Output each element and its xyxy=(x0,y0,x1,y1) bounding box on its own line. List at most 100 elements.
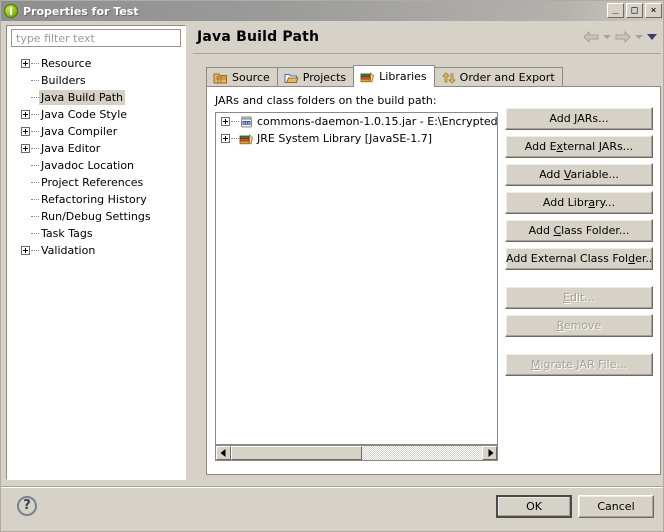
sidebar-item-task-tags[interactable]: Task Tags xyxy=(7,225,185,242)
tree-connector xyxy=(31,113,39,116)
expand-icon[interactable] xyxy=(221,134,230,143)
tree-connector xyxy=(31,130,39,133)
sidebar-item-builders[interactable]: Builders xyxy=(7,72,185,89)
list-item[interactable]: JRE System Library [JavaSE-1.7] xyxy=(216,130,497,147)
sidebar-item-project-references[interactable]: Project References xyxy=(7,174,185,191)
add-class-folder-button[interactable]: Add Class Folder... xyxy=(505,219,653,242)
tree-connector xyxy=(31,232,39,235)
forward-dropdown-icon[interactable] xyxy=(635,35,643,39)
maximize-icon: □ xyxy=(631,5,638,16)
sidebar-item-run-debug-settings[interactable]: Run/Debug Settings xyxy=(7,208,185,225)
library-action-buttons: Add JARs... Add External JARs... Add Var… xyxy=(505,107,653,381)
tree-connector xyxy=(231,137,239,140)
close-icon: × xyxy=(650,5,657,16)
expand-icon[interactable] xyxy=(221,117,230,126)
add-library-button[interactable]: Add Library... xyxy=(505,191,653,214)
list-item-label: commons-daemon-1.0.15.jar - E:\Encrypted… xyxy=(257,115,497,128)
ok-button[interactable]: OK xyxy=(496,495,572,518)
sidebar-item-java-build-path[interactable]: Java Build Path xyxy=(7,89,185,106)
close-button[interactable]: × xyxy=(645,3,662,18)
add-variable-button[interactable]: Add Variable... xyxy=(505,163,653,186)
tab-label: Source xyxy=(232,71,270,84)
migrate-jar-file-button[interactable]: Migrate JAR File... xyxy=(505,353,653,376)
scroll-left-button[interactable] xyxy=(216,446,231,460)
tab-libraries[interactable]: Libraries xyxy=(353,65,435,87)
add-external-class-folder-button[interactable]: Add External Class Folder... xyxy=(505,247,653,270)
footer-divider xyxy=(1,486,663,488)
build-path-list[interactable]: 010 commons-daemon-1.0.15.jar - E:\Encry… xyxy=(215,112,498,445)
add-jars-button[interactable]: Add JARs... xyxy=(505,107,653,130)
sidebar-item-resource[interactable]: Resource xyxy=(7,55,185,72)
dialog-buttons: OK Cancel xyxy=(496,495,654,518)
expand-icon[interactable] xyxy=(21,144,30,153)
leaf-icon xyxy=(21,178,30,187)
sidebar-item-java-code-style[interactable]: Java Code Style xyxy=(7,106,185,123)
sidebar-item-label: Project References xyxy=(41,176,144,189)
expand-icon[interactable] xyxy=(21,246,30,255)
window-controls: _ □ × xyxy=(607,3,662,18)
view-menu-icon[interactable] xyxy=(647,34,657,40)
tree-connector xyxy=(31,79,39,82)
sidebar-item-label: Task Tags xyxy=(41,227,93,240)
scrollbar-track[interactable] xyxy=(231,446,482,460)
tab-label: Order and Export xyxy=(459,71,555,84)
tree-connector xyxy=(31,249,39,252)
sidebar-item-java-compiler[interactable]: Java Compiler xyxy=(7,123,185,140)
tab-label: Libraries xyxy=(379,70,427,83)
tab-source[interactable]: Source xyxy=(206,67,278,87)
tree-connector xyxy=(231,120,239,123)
tab-label: Projects xyxy=(302,71,347,84)
sidebar-item-java-editor[interactable]: Java Editor xyxy=(7,140,185,157)
leaf-icon xyxy=(21,161,30,170)
expand-icon[interactable] xyxy=(21,59,30,68)
list-item[interactable]: 010 commons-daemon-1.0.15.jar - E:\Encry… xyxy=(216,113,497,130)
filter-input[interactable]: type filter text xyxy=(11,29,181,47)
sidebar-item-refactoring-history[interactable]: Refactoring History xyxy=(7,191,185,208)
sidebar-item-label: Refactoring History xyxy=(41,193,147,206)
sidebar-item-label: Resource xyxy=(41,57,92,70)
sidebar-item-label: Java Build Path xyxy=(39,90,126,105)
order-arrows-icon xyxy=(441,71,456,85)
sidebar-item-label: Java Code Style xyxy=(41,108,128,121)
tab-order-and-export[interactable]: Order and Export xyxy=(433,67,563,87)
horizontal-scrollbar[interactable] xyxy=(215,445,498,461)
tab-projects[interactable]: Projects xyxy=(276,67,355,87)
back-dropdown-icon[interactable] xyxy=(603,35,611,39)
navigation-arrows xyxy=(583,31,657,43)
scroll-right-button[interactable] xyxy=(482,446,497,460)
tab-strip: Source Projects Libraries Order and Expo… xyxy=(206,65,563,87)
source-folder-icon xyxy=(213,71,228,85)
leaf-icon xyxy=(21,76,30,85)
back-arrow-icon[interactable] xyxy=(583,31,599,43)
sidebar-item-javadoc-location[interactable]: Javadoc Location xyxy=(7,157,185,174)
edit-button[interactable]: Edit... xyxy=(505,286,653,309)
help-icon[interactable]: ? xyxy=(17,496,37,516)
window-title: Properties for Test xyxy=(23,4,139,18)
forward-arrow-icon[interactable] xyxy=(615,31,631,43)
tree-connector xyxy=(31,198,39,201)
maximize-button[interactable]: □ xyxy=(626,3,643,18)
tree-connector xyxy=(31,147,39,150)
minimize-icon: _ xyxy=(612,3,619,14)
scrollbar-thumb[interactable] xyxy=(231,446,362,460)
leaf-icon xyxy=(21,229,30,238)
cancel-button[interactable]: Cancel xyxy=(578,495,654,518)
sidebar-item-label: Java Compiler xyxy=(41,125,118,138)
title-divider xyxy=(193,53,661,54)
sidebar-item-label: Run/Debug Settings xyxy=(41,210,151,223)
tree-connector xyxy=(31,164,39,167)
settings-tree-panel: type filter text Resource Builders Java … xyxy=(6,25,186,480)
group-label: JARs and class folders on the build path… xyxy=(215,94,437,107)
library-books-icon xyxy=(239,132,254,146)
remove-button[interactable]: Remove xyxy=(505,314,653,337)
add-external-jars-button[interactable]: Add External JARs... xyxy=(505,135,653,158)
sidebar-item-validation[interactable]: Validation xyxy=(7,242,185,259)
tree-connector xyxy=(31,181,39,184)
sidebar-item-label: Validation xyxy=(41,244,96,257)
tree-connector xyxy=(31,96,39,99)
expand-icon[interactable] xyxy=(21,127,30,136)
minimize-button[interactable]: _ xyxy=(607,3,624,18)
settings-tree: Resource Builders Java Build Path Java C… xyxy=(7,52,185,479)
expand-icon[interactable] xyxy=(21,110,30,119)
sidebar-item-label: Builders xyxy=(41,74,86,87)
